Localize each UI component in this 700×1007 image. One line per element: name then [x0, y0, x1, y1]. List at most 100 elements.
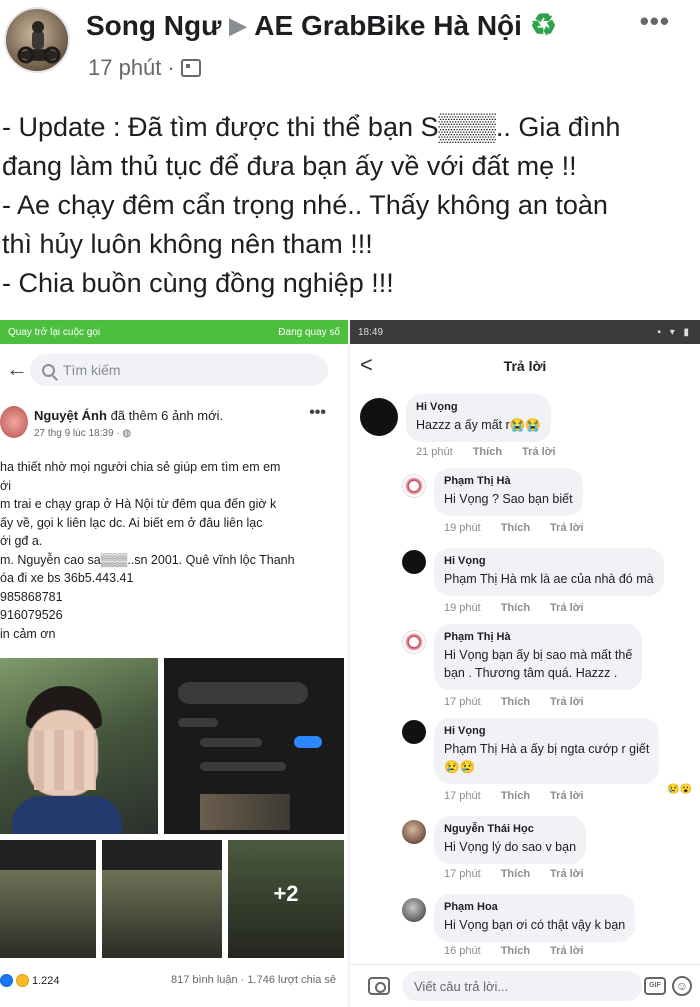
avatar[interactable]	[402, 630, 426, 654]
globe-icon: ◍	[122, 428, 132, 439]
post-line: - Update : Đã tìm được thi thể bạn S▒▒▒.…	[2, 112, 621, 142]
more-options-icon[interactable]: •••	[640, 6, 670, 37]
avatar[interactable]	[0, 406, 28, 438]
reply-button[interactable]: Trả lời	[550, 696, 584, 708]
back-arrow-icon[interactable]: ←	[6, 356, 28, 382]
reply-button[interactable]: Trả lời	[550, 868, 584, 880]
avatar[interactable]	[360, 398, 398, 436]
comment-bubble: Phạm Hoa Hi Vọng bạn ơi có thật vậy k bạ…	[434, 894, 636, 942]
post-image[interactable]: Quay trở lại cuộc gọi Đang quay số ← Tìm…	[0, 320, 700, 1007]
reply-button[interactable]: Trả lời	[550, 522, 584, 534]
chat-toolbar	[178, 682, 308, 704]
photo-thumbnail[interactable]	[102, 840, 222, 958]
more-options-icon[interactable]: •••	[309, 404, 326, 422]
post-header: Song Ngư ▶ AE GrabBike Hà Nội ♻ 17 phút …	[0, 0, 700, 88]
camera-icon[interactable]	[368, 977, 390, 995]
chat-bubble	[200, 762, 286, 771]
photo-thumbnail[interactable]	[0, 840, 96, 958]
missing-person-photo[interactable]	[0, 658, 158, 834]
comment-author[interactable]: Hi Vọng	[444, 725, 649, 737]
privacy-group-icon	[180, 59, 201, 77]
status-time: 18:49	[358, 326, 384, 338]
comment-author[interactable]: Phạm Hoa	[444, 901, 625, 913]
avatar[interactable]	[402, 720, 426, 744]
post-time[interactable]: 17 phút	[88, 55, 161, 81]
blurred-face	[34, 730, 96, 790]
avatar[interactable]	[402, 820, 426, 844]
thumb-scene	[0, 870, 96, 958]
comment-actions: 17 phút Thích Trả lời	[444, 790, 584, 802]
call-bar-label: Quay trở lại cuộc gọi	[8, 326, 101, 338]
comment-text: Hazzz a ấy mất r😭😭	[416, 418, 541, 432]
like-button[interactable]: Thích	[501, 790, 530, 802]
author-avatar[interactable]	[4, 7, 70, 73]
inner-line: in cảm ơn	[0, 626, 56, 641]
right-screenshot: 18:49 ▪ ▾ ▮ < Trả lời Hi Vọng Hazzz a ấy…	[350, 320, 700, 1007]
comment-time: 17 phút	[444, 696, 481, 708]
reply-button[interactable]: Trả lời	[550, 602, 584, 614]
like-button[interactable]: Thích	[473, 446, 502, 458]
inner-line: 916079526	[0, 608, 63, 622]
like-reaction-icon	[0, 974, 13, 987]
avatar[interactable]	[402, 474, 426, 498]
reply-title: Trả lời	[503, 358, 547, 374]
photo-body	[12, 796, 122, 834]
comment-text: bạn . Thương tâm quá. Hazzz .	[444, 666, 618, 680]
photo-thumbnail-more[interactable]: +2	[228, 840, 344, 958]
inner-line: ới	[0, 478, 11, 493]
call-bar[interactable]: Quay trở lại cuộc gọi Đang quay số	[0, 320, 348, 344]
recycle-icon: ♻	[529, 9, 557, 42]
like-button[interactable]: Thích	[501, 945, 530, 957]
inner-author-name[interactable]: Nguyệt Ánh	[34, 408, 107, 423]
comment-author[interactable]: Phạm Thị Hà	[444, 475, 573, 487]
inner-post-header: Nguyệt Ánh đã thêm 6 ảnh mới. 27 thg 9 l…	[0, 402, 348, 448]
group-name[interactable]: AE GrabBike Hà Nội	[254, 10, 522, 42]
comment-actions: 17 phút Thích Trả lời	[444, 696, 584, 708]
gif-icon[interactable]: GIF	[644, 977, 666, 995]
like-button[interactable]: Thích	[501, 696, 530, 708]
reply-input[interactable]	[402, 971, 642, 1001]
thumb-scene	[102, 870, 222, 958]
comment-bubble: Hi Vọng Hazzz a ấy mất r😭😭	[406, 394, 551, 442]
comment-bubble: Phạm Thị Hà Hi Vọng bạn ấy bị sao mà mất…	[434, 624, 643, 690]
inner-line: óa đi xe bs 36b5.443.41	[0, 571, 134, 585]
inner-post-author: Nguyệt Ánh đã thêm 6 ảnh mới.	[34, 408, 223, 423]
author-name[interactable]: Song Ngư	[86, 10, 221, 42]
post-title: Song Ngư ▶ AE GrabBike Hà Nội ♻	[86, 8, 557, 43]
search-input[interactable]: Tìm kiếm	[30, 354, 328, 386]
like-button[interactable]: Thích	[501, 522, 530, 534]
reactions[interactable]: 1.224	[0, 974, 60, 987]
chat-screenshot-photo[interactable]	[164, 658, 344, 834]
comment-author[interactable]: Hi Vọng	[444, 555, 654, 567]
inner-author-action: đã thêm 6 ảnh mới.	[106, 408, 224, 423]
reply-header: < Trả lời	[350, 344, 700, 388]
comment-author[interactable]: Phạm Thị Hà	[444, 631, 632, 643]
call-bar-status: Đang quay số	[278, 326, 340, 338]
post-line: - Ae chạy đêm cẩn trọng nhé.. Thấy không…	[2, 190, 608, 220]
chat-image	[200, 794, 290, 830]
reply-button[interactable]: Trả lời	[550, 945, 584, 957]
left-screenshot: Quay trở lại cuộc gọi Đang quay số ← Tìm…	[0, 320, 348, 1007]
comment-time: 17 phút	[444, 868, 481, 880]
comment-reaction[interactable]: 😢😮	[667, 784, 692, 795]
inner-post-stats[interactable]: 817 bình luận · 1.746 lượt chia sẻ	[171, 974, 336, 986]
inner-line: m. Nguyễn cao sa▒▒▒..sn 2001. Quê vĩnh l…	[0, 552, 295, 567]
sad-reaction-icon	[16, 974, 29, 987]
emoji-icon[interactable]: ☺	[672, 976, 692, 996]
avatar[interactable]	[402, 550, 426, 574]
more-photos-count: +2	[273, 881, 299, 907]
reply-button[interactable]: Trả lời	[550, 790, 584, 802]
comment-author[interactable]: Hi Vọng	[416, 401, 541, 413]
comment-author[interactable]: Nguyễn Thái Học	[444, 823, 576, 835]
reply-input-bar: GIF ☺	[350, 964, 700, 1007]
reply-button[interactable]: Trả lời	[522, 446, 556, 458]
post-body: - Update : Đã tìm được thi thể bạn S▒▒▒.…	[2, 108, 692, 303]
inner-post-text: ha thiết nhờ mọi người chia sẻ giúp em t…	[0, 458, 348, 643]
inner-post-time[interactable]: 27 thg 9 lúc 18:39 ·	[34, 428, 122, 439]
like-button[interactable]: Thích	[501, 602, 530, 614]
comment-bubble: Nguyễn Thái Học Hi Vọng lý do sao v bạn	[434, 816, 587, 864]
like-button[interactable]: Thích	[501, 868, 530, 880]
search-placeholder: Tìm kiếm	[63, 362, 121, 378]
comment-actions: 19 phút Thích Trả lời	[444, 522, 584, 534]
avatar[interactable]	[402, 898, 426, 922]
